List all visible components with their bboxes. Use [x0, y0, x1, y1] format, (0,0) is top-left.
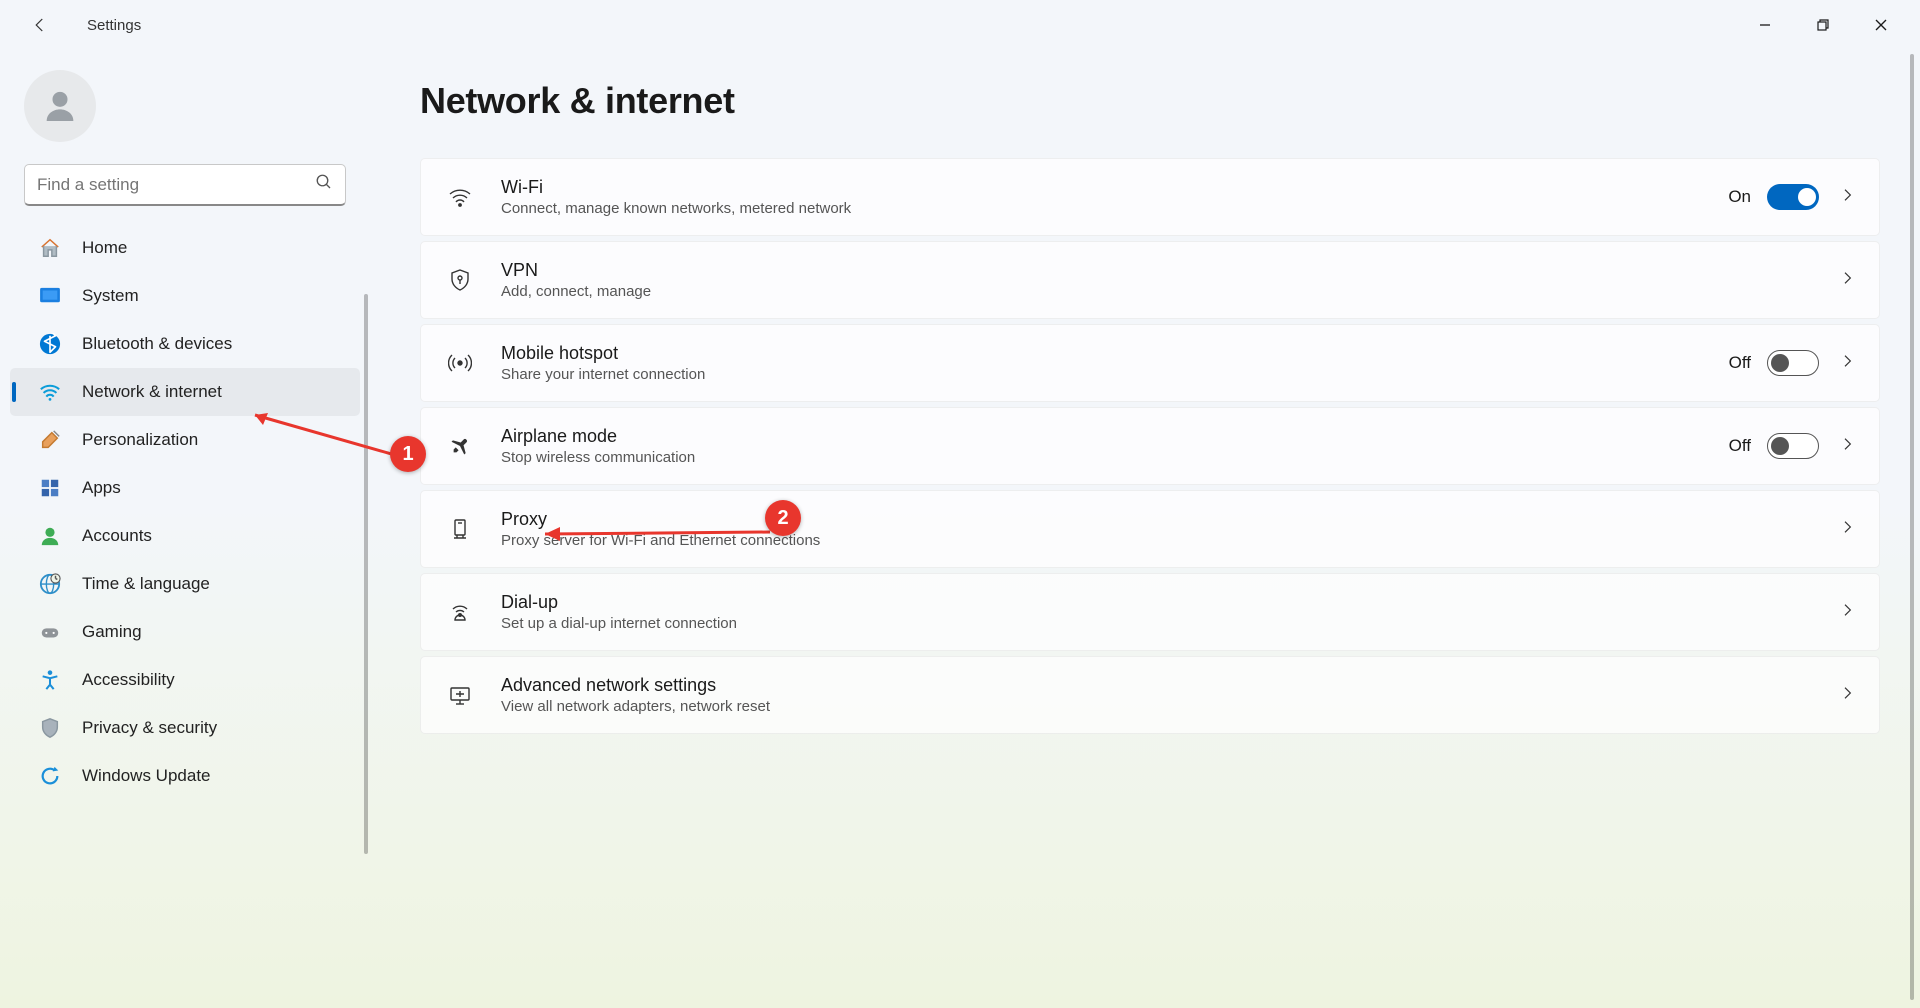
sidebar-scrollbar[interactable] [364, 294, 368, 854]
toggle-wifi[interactable] [1767, 184, 1819, 210]
globe-icon [38, 572, 62, 596]
sidebar-item-label: Privacy & security [82, 718, 217, 738]
sidebar-item-apps[interactable]: Apps [10, 464, 360, 512]
card-subtitle: Share your internet connection [501, 366, 1729, 383]
card-title: VPN [501, 260, 1839, 281]
avatar[interactable] [24, 70, 96, 142]
card-hotspot[interactable]: Mobile hotspot Share your internet conne… [420, 324, 1880, 402]
chevron-right-icon [1839, 436, 1857, 457]
sidebar-item-accessibility[interactable]: Accessibility [10, 656, 360, 704]
sidebar-item-label: Time & language [82, 574, 210, 594]
card-status-label: Off [1729, 436, 1751, 456]
apps-icon [38, 476, 62, 500]
sidebar-item-label: Bluetooth & devices [82, 334, 232, 354]
chevron-right-icon [1839, 353, 1857, 374]
card-subtitle: Add, connect, manage [501, 283, 1839, 300]
dialup-icon [447, 599, 473, 625]
sidebar-item-label: Accessibility [82, 670, 175, 690]
minimize-button[interactable] [1736, 5, 1794, 45]
annotation-marker-1: 1 [390, 436, 426, 472]
sidebar-item-label: Network & internet [82, 382, 222, 402]
brush-icon [38, 428, 62, 452]
search-field[interactable] [37, 175, 315, 195]
sidebar: Home System Bluetooth & devices Network … [0, 50, 370, 1008]
card-proxy[interactable]: Proxy Proxy server for Wi-Fi and Etherne… [420, 490, 1880, 568]
sidebar-item-label: Personalization [82, 430, 198, 450]
card-subtitle: Connect, manage known networks, metered … [501, 200, 1728, 217]
close-button[interactable] [1852, 5, 1910, 45]
vpn-icon [447, 267, 473, 293]
hotspot-icon [447, 350, 473, 376]
card-dialup[interactable]: Dial-up Set up a dial-up internet connec… [420, 573, 1880, 651]
annotation-marker-2: 2 [765, 500, 801, 536]
sidebar-item-label: Accounts [82, 526, 152, 546]
bluetooth-icon [38, 332, 62, 356]
system-icon [38, 284, 62, 308]
person-icon [38, 524, 62, 548]
titlebar: Settings [0, 0, 1920, 50]
card-subtitle: Proxy server for Wi-Fi and Ethernet conn… [501, 532, 1839, 549]
sidebar-item-home[interactable]: Home [10, 224, 360, 272]
card-advanced[interactable]: Advanced network settings View all netwo… [420, 656, 1880, 734]
sidebar-item-brush[interactable]: Personalization [10, 416, 360, 464]
sidebar-item-globe[interactable]: Time & language [10, 560, 360, 608]
card-title: Mobile hotspot [501, 343, 1729, 364]
card-airplane[interactable]: Airplane mode Stop wireless communicatio… [420, 407, 1880, 485]
main-scrollbar[interactable] [1910, 54, 1914, 1000]
chevron-right-icon [1839, 187, 1857, 208]
shield-icon [38, 716, 62, 740]
sidebar-item-label: Apps [82, 478, 121, 498]
sidebar-item-label: Home [82, 238, 127, 258]
chevron-right-icon [1839, 270, 1857, 291]
sidebar-item-system[interactable]: System [10, 272, 360, 320]
card-title: Dial-up [501, 592, 1839, 613]
main-content: Network & internet Wi-Fi Connect, manage… [370, 50, 1920, 1008]
home-icon [38, 236, 62, 260]
sidebar-item-bluetooth[interactable]: Bluetooth & devices [10, 320, 360, 368]
sidebar-item-label: Windows Update [82, 766, 211, 786]
search-input[interactable] [24, 164, 346, 206]
sidebar-item-update[interactable]: Windows Update [10, 752, 360, 800]
page-title: Network & internet [420, 80, 1880, 122]
sidebar-item-wifi[interactable]: Network & internet [10, 368, 360, 416]
card-title: Airplane mode [501, 426, 1729, 447]
advanced-icon [447, 682, 473, 708]
card-subtitle: Stop wireless communication [501, 449, 1729, 466]
proxy-icon [447, 516, 473, 542]
card-subtitle: View all network adapters, network reset [501, 698, 1839, 715]
back-button[interactable] [28, 13, 52, 37]
settings-cards: Wi-Fi Connect, manage known networks, me… [420, 158, 1880, 734]
airplane-icon [447, 433, 473, 459]
card-title: Proxy [501, 509, 1839, 530]
card-title: Wi-Fi [501, 177, 1728, 198]
card-vpn[interactable]: VPN Add, connect, manage [420, 241, 1880, 319]
card-subtitle: Set up a dial-up internet connection [501, 615, 1839, 632]
toggle-airplane[interactable] [1767, 433, 1819, 459]
sidebar-item-label: System [82, 286, 139, 306]
gamepad-icon [38, 620, 62, 644]
chevron-right-icon [1839, 602, 1857, 623]
wifi-icon [38, 380, 62, 404]
accessibility-icon [38, 668, 62, 692]
sidebar-item-shield[interactable]: Privacy & security [10, 704, 360, 752]
chevron-right-icon [1839, 685, 1857, 706]
sidebar-item-person[interactable]: Accounts [10, 512, 360, 560]
search-icon [315, 173, 333, 196]
app-title: Settings [87, 17, 141, 34]
chevron-right-icon [1839, 519, 1857, 540]
sidebar-item-label: Gaming [82, 622, 142, 642]
card-status-label: Off [1729, 353, 1751, 373]
card-status-label: On [1728, 187, 1751, 207]
wifi-icon [447, 184, 473, 210]
nav: Home System Bluetooth & devices Network … [0, 224, 370, 1008]
sidebar-item-gamepad[interactable]: Gaming [10, 608, 360, 656]
card-wifi[interactable]: Wi-Fi Connect, manage known networks, me… [420, 158, 1880, 236]
toggle-hotspot[interactable] [1767, 350, 1819, 376]
update-icon [38, 764, 62, 788]
card-title: Advanced network settings [501, 675, 1839, 696]
maximize-button[interactable] [1794, 5, 1852, 45]
